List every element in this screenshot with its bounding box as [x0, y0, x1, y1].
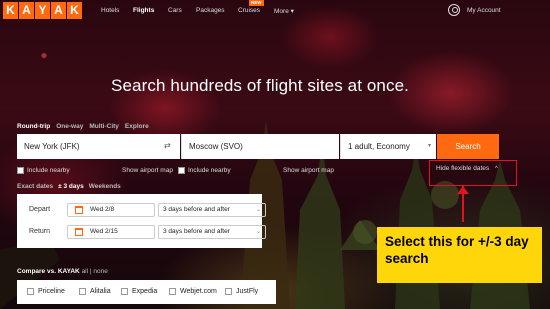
tab-weekends[interactable]: Weekends	[89, 183, 121, 190]
origin-input[interactable]: New York (JFK)	[17, 134, 180, 159]
tab-multi-city[interactable]: Multi-City	[89, 123, 119, 130]
show-airport-map-origin[interactable]: Show airport map	[122, 167, 173, 174]
flexible-dates-panel: Depart Wed 2/8 3 days before and after ⌄…	[17, 194, 266, 248]
include-nearby-destination[interactable]: Include nearby	[178, 167, 231, 174]
nav-cruises[interactable]: Cruises	[238, 7, 260, 14]
travelers-select[interactable]: 1 adult, Economy ▾	[340, 134, 436, 159]
nav-cars[interactable]: Cars	[168, 7, 182, 14]
include-nearby-label: Include nearby	[188, 167, 231, 174]
return-label: Return	[29, 228, 51, 235]
checkbox[interactable]	[178, 167, 185, 174]
return-date-value: Wed 2/15	[90, 228, 118, 235]
checkbox[interactable]	[121, 288, 128, 295]
include-nearby-origin[interactable]: Include nearby	[17, 167, 70, 174]
destination-input[interactable]: Moscow (SVO)	[181, 134, 339, 159]
depart-date-input[interactable]: Wed 2/8	[67, 203, 155, 217]
trip-type-tabs: Round-trip One-way Multi-City Explore	[17, 123, 149, 130]
hide-flexible-dates-label: Hide flexible dates	[436, 165, 490, 172]
return-range-value: 3 days before and after	[163, 228, 230, 235]
checkbox[interactable]	[27, 288, 34, 295]
chevron-down-icon: ⌄	[255, 207, 261, 213]
search-button[interactable]: Search	[437, 134, 499, 159]
compare-title: Compare vs. KAYAK	[17, 268, 80, 275]
travelers-value: 1 adult, Economy	[348, 142, 410, 151]
flex-date-tabs: Exact dates ± 3 days Weekends	[17, 183, 121, 190]
nav-packages[interactable]: Packages	[196, 7, 225, 14]
hide-flexible-dates-link[interactable]: Hide flexible dates ^	[436, 165, 498, 172]
swap-icon[interactable]: ⇄	[164, 141, 171, 150]
compare-webjet[interactable]: Webjet.com	[169, 288, 217, 295]
logo-letter: A	[51, 2, 66, 19]
chevron-down-icon: ⌄	[255, 229, 261, 235]
include-nearby-label: Include nearby	[27, 167, 70, 174]
logo-letter: K	[67, 2, 82, 19]
checkbox[interactable]	[79, 288, 86, 295]
site-label: JustFly	[236, 288, 259, 295]
compare-priceline[interactable]: Priceline	[27, 288, 65, 295]
calendar-icon	[75, 228, 83, 236]
tab-plus-minus-3-days[interactable]: ± 3 days	[58, 183, 84, 190]
highlight-box	[429, 160, 517, 186]
depart-date-value: Wed 2/8	[90, 206, 115, 213]
tab-one-way[interactable]: One-way	[56, 123, 83, 130]
compare-sites-panel: Priceline Alitalia Expedia Webjet.com Ju…	[17, 280, 276, 304]
annotation-callout: Select this for +/-3 day search	[377, 227, 542, 283]
nav-flights[interactable]: Flights	[133, 7, 154, 14]
return-date-input[interactable]: Wed 2/15	[67, 225, 155, 239]
compare-justfly[interactable]: JustFly	[225, 288, 258, 295]
depart-range-select[interactable]: 3 days before and after ⌄	[158, 203, 266, 217]
nav-hotels[interactable]: Hotels	[101, 7, 119, 14]
depart-label: Depart	[29, 206, 51, 213]
checkbox[interactable]	[169, 288, 176, 295]
depart-row: Depart Wed 2/8 3 days before and after ⌄	[17, 202, 266, 218]
tab-round-trip[interactable]: Round-trip	[17, 123, 50, 130]
compare-expedia[interactable]: Expedia	[121, 288, 157, 295]
page-headline: Search hundreds of flight sites at once.	[111, 76, 409, 95]
logo-letter: Y	[35, 2, 50, 19]
chevron-up-icon: ^	[494, 166, 498, 172]
depart-range-value: 3 days before and after	[163, 206, 230, 213]
calendar-icon	[75, 206, 83, 214]
tab-exact-dates[interactable]: Exact dates	[17, 183, 53, 190]
my-account-link[interactable]: My Account	[467, 7, 501, 14]
account-icon[interactable]	[448, 4, 460, 16]
site-label: Alitalia	[90, 288, 111, 295]
compare-all-none-links[interactable]: all | none	[82, 268, 108, 275]
chevron-down-icon: ▾	[427, 143, 431, 149]
return-range-select[interactable]: 3 days before and after ⌄	[158, 225, 266, 239]
top-nav: K A Y A K Hotels Flights Cars Packages N…	[0, 0, 550, 22]
site-label: Expedia	[132, 288, 158, 295]
compare-heading: Compare vs. KAYAK all | none	[17, 268, 108, 275]
chevron-down-icon: ▾	[290, 8, 294, 15]
compare-alitalia[interactable]: Alitalia	[79, 288, 111, 295]
return-row: Return Wed 2/15 3 days before and after …	[17, 224, 266, 240]
checkbox[interactable]	[17, 167, 24, 174]
site-label: Webjet.com	[180, 288, 217, 295]
checkbox[interactable]	[225, 288, 232, 295]
logo-letter: K	[3, 2, 18, 19]
show-airport-map-destination[interactable]: Show airport map	[283, 167, 334, 174]
nav-more-label: More	[274, 8, 289, 15]
new-badge: NEW	[249, 0, 264, 6]
site-label: Priceline	[38, 288, 65, 295]
logo-letter: A	[19, 2, 34, 19]
annotation-arrow	[462, 186, 464, 222]
nav-more[interactable]: More ▾	[274, 7, 294, 15]
tab-explore[interactable]: Explore	[125, 123, 149, 130]
kayak-logo[interactable]: K A Y A K	[3, 2, 82, 19]
